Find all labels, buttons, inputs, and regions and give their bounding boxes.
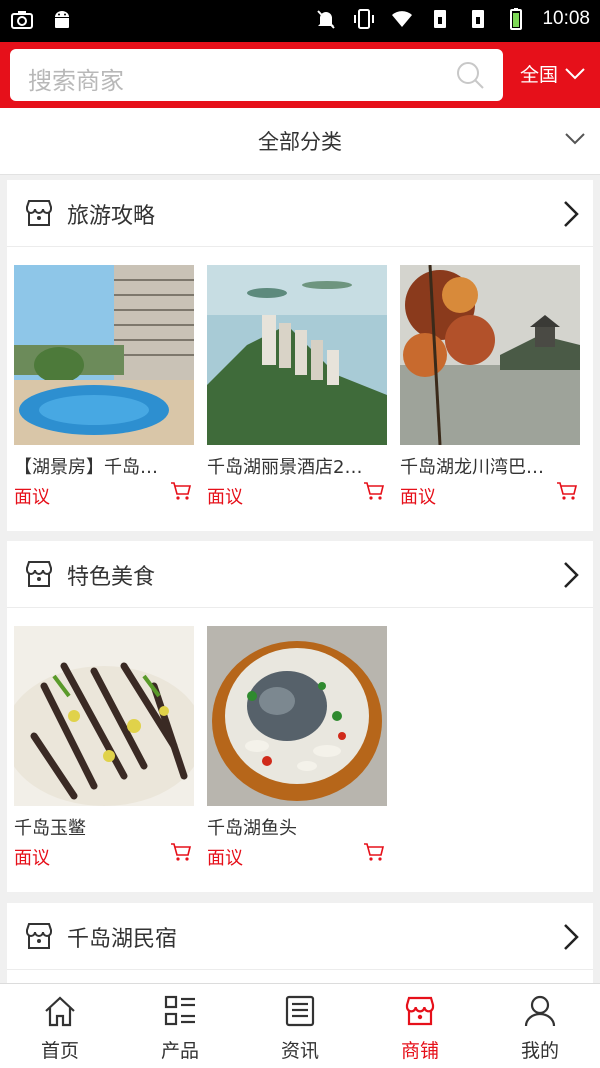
product-image[interactable]: [14, 626, 194, 806]
sim-signal-2-icon: [472, 10, 485, 28]
user-icon: [524, 995, 556, 1027]
status-bar: 10:08: [0, 0, 600, 42]
nav-label: 首页: [40, 1040, 79, 1062]
product-image[interactable]: [14, 265, 194, 445]
nav-home[interactable]: 首页: [0, 984, 120, 1068]
product-price: 面议: [207, 487, 243, 508]
bottom-nav: 首页 产品 资讯 商铺 我的: [0, 983, 600, 1068]
product-image[interactable]: [400, 265, 580, 445]
top-bar: 搜索商家 全国: [0, 42, 600, 108]
battery-icon: [510, 8, 523, 30]
home-icon: [45, 996, 75, 1027]
wifi-icon: [392, 11, 413, 27]
section-header[interactable]: 千岛湖民宿: [7, 903, 593, 970]
nav-label: 资讯: [280, 1040, 319, 1062]
section-header[interactable]: 旅游攻略: [7, 180, 593, 247]
product-price: 面议: [14, 848, 50, 869]
region-label: 全国: [520, 64, 559, 86]
section-title: 特色美食: [67, 565, 156, 590]
product-name[interactable]: 【湖景房】千岛…: [14, 453, 194, 479]
product-image[interactable]: [207, 265, 387, 445]
mute-icon: [317, 10, 336, 29]
shop-icon: [405, 996, 435, 1026]
product-name[interactable]: 千岛玉鳖: [14, 814, 194, 840]
product-price: 面议: [14, 487, 50, 508]
product-card[interactable]: 千岛玉鳖 面议: [14, 626, 194, 870]
vibrate-icon: [354, 9, 375, 29]
product-card[interactable]: 千岛湖鱼头 面议: [207, 626, 387, 870]
product-price: 面议: [400, 487, 436, 508]
product-name[interactable]: 千岛湖龙川湾巴…: [400, 453, 580, 479]
region-selector[interactable]: 全国: [520, 60, 586, 87]
search-input[interactable]: 搜索商家: [10, 49, 503, 101]
product-card[interactable]: 千岛湖丽景酒店2… 面议: [207, 265, 387, 509]
nav-label: 商铺: [400, 1040, 439, 1062]
cart-icon[interactable]: [170, 481, 192, 501]
category-label: 全部分类: [258, 130, 342, 154]
clock: 10:08: [542, 8, 590, 29]
nav-news[interactable]: 资讯: [240, 984, 360, 1068]
shop-icon: [26, 200, 52, 226]
category-filter[interactable]: 全部分类: [0, 108, 600, 175]
search-placeholder: 搜索商家: [28, 67, 124, 95]
product-card[interactable]: 【湖景房】千岛… 面议: [14, 265, 194, 509]
cart-icon[interactable]: [170, 842, 192, 862]
news-icon: [285, 995, 315, 1027]
search-icon[interactable]: [455, 60, 485, 90]
nav-label: 我的: [520, 1040, 559, 1062]
chevron-right-icon[interactable]: [563, 200, 579, 228]
cart-icon[interactable]: [363, 842, 385, 862]
android-icon: [55, 11, 69, 28]
product-image[interactable]: [207, 626, 387, 806]
section-header[interactable]: 特色美食: [7, 541, 593, 608]
nav-me[interactable]: 我的: [480, 984, 600, 1068]
section-title: 千岛湖民宿: [67, 927, 178, 952]
shop-icon: [26, 923, 52, 949]
nav-products[interactable]: 产品: [120, 984, 240, 1068]
section-food: 特色美食 千岛玉鳖 面议 千岛湖鱼头 面议: [7, 541, 593, 892]
screenshot-icon: [11, 11, 33, 29]
shop-icon: [26, 561, 52, 587]
product-card[interactable]: 千岛湖龙川湾巴… 面议: [400, 265, 580, 509]
chevron-right-icon[interactable]: [563, 923, 579, 951]
sim-signal-icon: [434, 10, 447, 28]
chevron-right-icon[interactable]: [563, 561, 579, 589]
chevron-down-icon: [565, 67, 585, 79]
cart-icon[interactable]: [556, 481, 578, 501]
cart-icon[interactable]: [363, 481, 385, 501]
product-price: 面议: [207, 848, 243, 869]
section-travel: 旅游攻略 【湖景房】千岛… 面议 千岛湖丽景酒店2… 面议 千岛湖龙川湾巴… 面…: [7, 180, 593, 531]
list-icon: [164, 995, 195, 1026]
nav-shops[interactable]: 商铺: [360, 984, 480, 1068]
product-name[interactable]: 千岛湖鱼头: [207, 814, 387, 840]
chevron-down-icon: [565, 133, 585, 145]
section-title: 旅游攻略: [67, 204, 156, 229]
nav-label: 产品: [160, 1040, 199, 1062]
product-name[interactable]: 千岛湖丽景酒店2…: [207, 453, 387, 479]
section-homestay: 千岛湖民宿: [7, 903, 593, 983]
